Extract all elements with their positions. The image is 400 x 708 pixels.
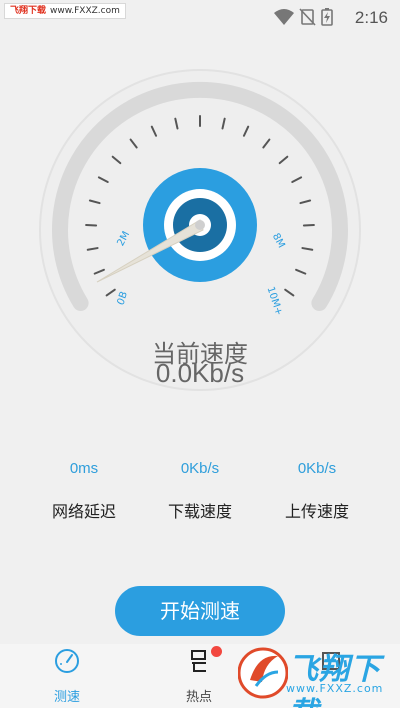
nav-label-speedtest: 测速 [53, 690, 80, 705]
notification-badge [211, 646, 222, 657]
watermark-url: www.FXXZ.com [50, 6, 120, 16]
wifi-icon [274, 9, 294, 25]
current-speed-value: 0.0Kb/s [155, 358, 245, 388]
nav-item-hotspot[interactable]: 热点 [164, 646, 234, 705]
stat-upload: 0Kb/s 上传速度 [262, 460, 372, 522]
download-value: 0Kb/s [180, 460, 220, 477]
speedometer: 0 B 2M 4M 6M 8M 10M+ 当前速度 0.0Kb/s [0, 40, 400, 460]
status-icons [274, 8, 333, 26]
battery-charging-icon [321, 8, 333, 26]
watermark-site: 飞翔下载 [10, 6, 47, 16]
start-test-button[interactable]: 开始测速 [115, 586, 285, 636]
nav-label-hotspot: 热点 [185, 690, 212, 705]
hotspot-icon [191, 650, 206, 672]
nav-item-speedtest[interactable]: 测速 [32, 646, 102, 705]
stat-download: 0Kb/s 下载速度 [145, 460, 255, 522]
upload-label: 上传速度 [284, 502, 349, 521]
download-label: 下载速度 [167, 502, 232, 521]
no-sim-icon [299, 8, 316, 26]
upload-value: 0Kb/s [297, 460, 337, 477]
latency-label: 网络延迟 [51, 502, 116, 521]
needle-pivot [195, 220, 205, 230]
watermark-brand: 飞翔下载 [288, 652, 381, 708]
latency-value: 0ms [69, 460, 99, 477]
watermark-logo: 飞翔下载 www.FXXZ.com [238, 640, 398, 708]
status-bar: 飞翔下载 www.FXXZ.com 2:16 [0, 0, 400, 34]
clock: 2:16 [354, 8, 388, 27]
speedometer-icon [55, 649, 79, 673]
watermark-badge: 飞翔下载 www.FXXZ.com [4, 3, 126, 19]
stat-latency: 0ms 网络延迟 [29, 460, 139, 522]
watermark-logo-url: www.FXXZ.com [286, 682, 384, 695]
watermark-logo-icon [238, 647, 288, 699]
speedometer-graphic: 0 B 2M 4M 6M 8M 10M+ [39, 69, 361, 391]
